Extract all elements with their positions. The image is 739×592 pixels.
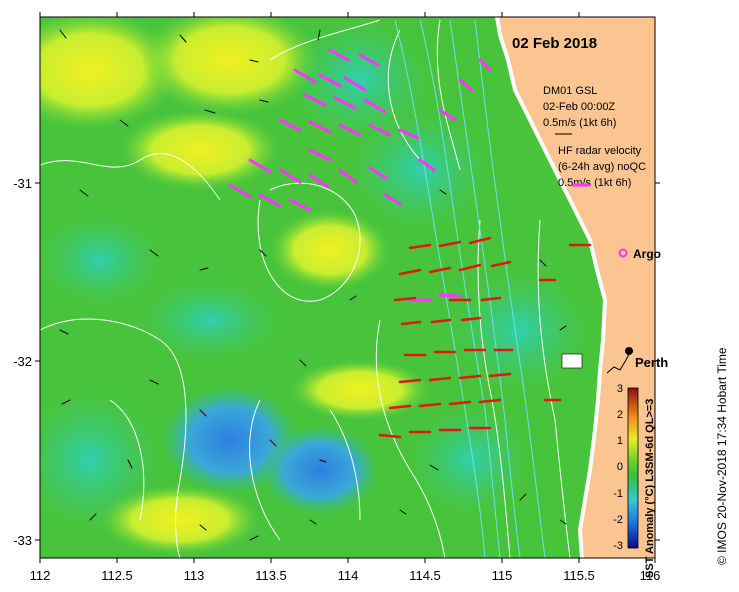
argo-label: Argo: [633, 247, 661, 261]
colorbar-tick: 3: [617, 383, 623, 395]
credit-text: © IMOS 20-Nov-2018 17:34 Hobart Time: [715, 347, 729, 565]
x-tick-label: 113.5: [255, 568, 287, 583]
colorbar-tick: 0: [617, 461, 623, 473]
y-tick-label: -33: [13, 533, 32, 548]
legend-hf-scale: 0.5m/s (1kt 6h): [558, 177, 631, 189]
legend-gsl-scale: 0.5m/s (1kt 6h): [543, 117, 616, 129]
y-tick-label: -32: [13, 354, 32, 369]
x-tick-label: 113: [184, 568, 205, 583]
y-tick-label: -31: [13, 176, 32, 191]
colorbar-tick: -2: [613, 514, 623, 526]
x-tick-label: 115: [492, 568, 513, 583]
x-tick-label: 114.5: [409, 568, 441, 583]
x-tick-label: 115.5: [563, 568, 595, 583]
sst-anomaly-map: 112 112.5 113 113.5 114 114.5 115 115.5 …: [13, 12, 729, 583]
colorbar-tick: -1: [613, 488, 623, 500]
legend-gsl-title: DM01 GSL: [543, 85, 597, 97]
x-tick-label: 112.5: [101, 568, 133, 583]
x-tick-label: 114: [338, 568, 359, 583]
rottnest-island: [561, 353, 583, 369]
colorbar-tick: 1: [617, 435, 623, 447]
x-tick-label: 112: [30, 568, 51, 583]
legend-hf-avg: (6-24h avg) noQC: [558, 161, 646, 173]
colorbar-label: SST Anomaly (°C) L3SM-6d QL>=3: [644, 399, 656, 578]
map-date-title: 02 Feb 2018: [512, 35, 597, 52]
legend-hf-title: HF radar velocity: [558, 145, 642, 157]
legend-gsl-time: 02-Feb 00:00Z: [543, 101, 615, 113]
perth-label: Perth: [635, 355, 668, 370]
colorbar-tick: -3: [613, 540, 623, 552]
colorbar-tick: 2: [617, 409, 623, 421]
